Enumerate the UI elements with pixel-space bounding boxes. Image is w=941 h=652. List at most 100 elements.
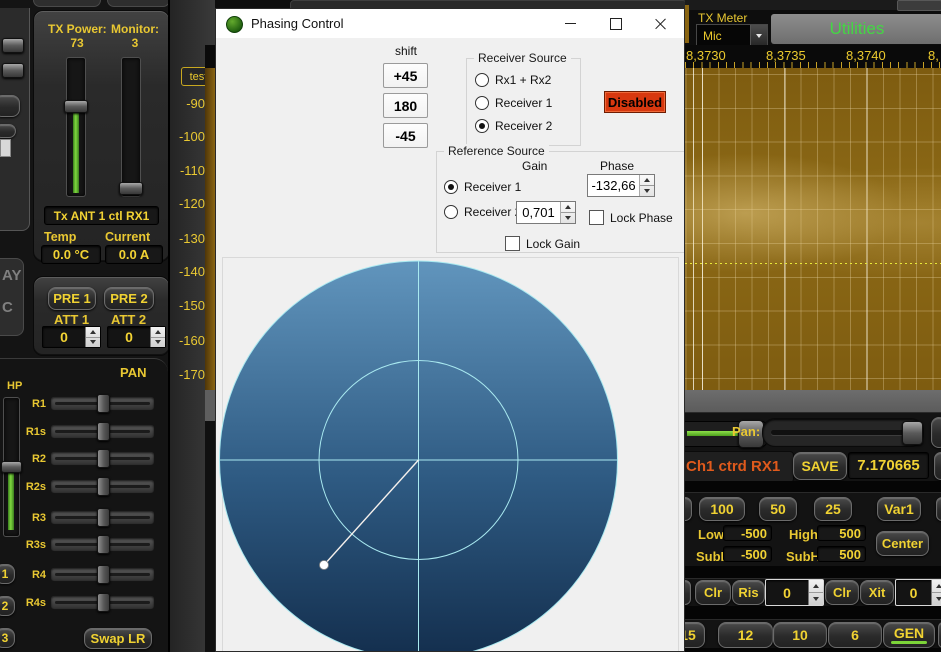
- ref-radio-receiver-2[interactable]: Receiver 2: [444, 205, 521, 219]
- dropdown-arrow-button[interactable]: [750, 25, 767, 46]
- r2s-slider[interactable]: [50, 479, 155, 494]
- xit-button[interactable]: Xit: [860, 580, 894, 605]
- r3s-thumb[interactable]: [97, 535, 110, 554]
- xit-clr-button[interactable]: Clr: [825, 580, 859, 605]
- lock-phase-checkbox[interactable]: Lock Phase: [589, 210, 673, 225]
- radio-icon[interactable]: [475, 96, 489, 110]
- top-dropdown[interactable]: [897, 0, 941, 11]
- phase-spin-buttons[interactable]: [639, 175, 654, 196]
- radio-receiver-2[interactable]: Receiver 2: [475, 119, 552, 133]
- center-button[interactable]: Center: [876, 531, 929, 556]
- radio-icon-selected[interactable]: [475, 119, 489, 133]
- att2-spinner[interactable]: 0: [107, 326, 166, 348]
- r2-thumb[interactable]: [97, 449, 110, 468]
- tx-power-thumb[interactable]: [64, 100, 88, 113]
- partial-button[interactable]: [934, 452, 941, 480]
- radio-icon[interactable]: [475, 73, 489, 87]
- r4s-slider[interactable]: [50, 595, 155, 610]
- panadapter-grid[interactable]: [685, 68, 941, 390]
- rit-spinner[interactable]: 0: [765, 579, 824, 606]
- disabled-button[interactable]: Disabled: [604, 91, 666, 113]
- subl-value[interactable]: -500: [723, 546, 772, 562]
- spin-up-icon[interactable]: [90, 330, 96, 334]
- span-var1-button[interactable]: Var1: [877, 497, 921, 521]
- span-100-button[interactable]: 100: [699, 497, 745, 521]
- r2-slider[interactable]: [50, 451, 155, 466]
- partial-button[interactable]: [685, 497, 692, 521]
- span-25-button[interactable]: 25: [814, 497, 852, 521]
- spin-down-icon[interactable]: [155, 340, 161, 344]
- minimize-button[interactable]: [548, 9, 593, 38]
- pan-thumb[interactable]: [902, 421, 923, 445]
- edge-button-1[interactable]: 1: [0, 564, 15, 584]
- shift-minus45-button[interactable]: -45: [383, 123, 428, 148]
- vfo-display[interactable]: 7.170665: [848, 452, 929, 479]
- gain-spin-buttons[interactable]: [560, 202, 575, 223]
- close-button[interactable]: [638, 9, 684, 38]
- edge-button[interactable]: [0, 124, 16, 138]
- monitor-thumb[interactable]: [119, 182, 143, 195]
- low-value[interactable]: -500: [723, 525, 772, 541]
- ris-button[interactable]: Ris: [732, 580, 765, 605]
- pan-slider[interactable]: [762, 418, 924, 447]
- spin-down-icon[interactable]: [90, 340, 96, 344]
- r1s-thumb[interactable]: [97, 422, 110, 441]
- radio-rx1-rx2[interactable]: Rx1 + Rx2: [475, 73, 551, 87]
- r1-slider[interactable]: [50, 396, 155, 411]
- tx-meter-dropdown[interactable]: Mic: [696, 24, 768, 47]
- spin-up-icon[interactable]: [644, 178, 650, 182]
- band-12-button[interactable]: 12: [718, 622, 773, 648]
- utilities-button[interactable]: Utilities: [771, 14, 941, 44]
- pre1-button[interactable]: PRE 1: [48, 287, 96, 310]
- shift-plus45-button[interactable]: +45: [383, 63, 428, 88]
- phase-scope[interactable]: [216, 251, 685, 652]
- edge-knob[interactable]: [2, 38, 24, 53]
- pre2-button[interactable]: PRE 2: [104, 287, 154, 310]
- save-button[interactable]: SAVE: [793, 452, 847, 480]
- spin-up-icon[interactable]: [565, 205, 571, 209]
- radio-receiver-1[interactable]: Receiver 1: [475, 96, 552, 110]
- phase-spinner[interactable]: -132,66: [587, 174, 655, 197]
- r1-thumb[interactable]: [97, 394, 110, 413]
- r3-slider[interactable]: [50, 510, 155, 525]
- radio-icon[interactable]: [444, 205, 458, 219]
- dialog-titlebar[interactable]: Phasing Control: [216, 9, 684, 38]
- edge-knob[interactable]: [2, 63, 24, 78]
- spin-up-icon[interactable]: [813, 584, 819, 588]
- subh-value[interactable]: 500: [817, 546, 866, 562]
- rit-clr-button[interactable]: Clr: [695, 580, 731, 605]
- att2-spin-buttons[interactable]: [150, 327, 165, 347]
- monitor-slider[interactable]: [121, 57, 141, 197]
- r3-thumb[interactable]: [97, 508, 110, 527]
- partial-button[interactable]: [685, 580, 691, 605]
- tx-power-slider[interactable]: [66, 57, 86, 197]
- lock-gain-checkbox[interactable]: Lock Gain: [505, 236, 580, 251]
- r3s-slider[interactable]: [50, 537, 155, 552]
- partial-button[interactable]: [936, 497, 941, 521]
- span-50-button[interactable]: 50: [759, 497, 797, 521]
- r1s-slider[interactable]: [50, 424, 155, 439]
- r4s-thumb[interactable]: [97, 593, 110, 612]
- r4-slider[interactable]: [50, 567, 155, 582]
- radio-icon-selected[interactable]: [444, 180, 458, 194]
- band-10-button[interactable]: 10: [773, 622, 827, 648]
- shift-180-button[interactable]: 180: [383, 93, 428, 118]
- r2s-thumb[interactable]: [97, 477, 110, 496]
- edge-button-2[interactable]: 2: [0, 596, 15, 616]
- gain-spinner[interactable]: 0,701: [516, 201, 576, 224]
- checkbox-icon[interactable]: [505, 236, 520, 251]
- maximize-button[interactable]: [593, 9, 638, 38]
- partial-button[interactable]: [931, 417, 941, 448]
- ref-radio-receiver-1[interactable]: Receiver 1: [444, 180, 521, 194]
- high-value[interactable]: 500: [817, 525, 866, 541]
- edge-button-3[interactable]: 3: [0, 628, 15, 648]
- band-gen-button[interactable]: GEN: [883, 622, 935, 648]
- xit-spinner[interactable]: 0: [895, 579, 941, 606]
- swap-lr-button[interactable]: Swap LR: [84, 628, 152, 649]
- spin-up-icon[interactable]: [936, 584, 941, 588]
- band-15-button[interactable]: 15: [685, 622, 705, 648]
- spin-down-icon[interactable]: [644, 189, 650, 193]
- spin-down-icon[interactable]: [565, 216, 571, 220]
- spin-up-icon[interactable]: [155, 330, 161, 334]
- xit-spin-buttons[interactable]: [931, 580, 941, 605]
